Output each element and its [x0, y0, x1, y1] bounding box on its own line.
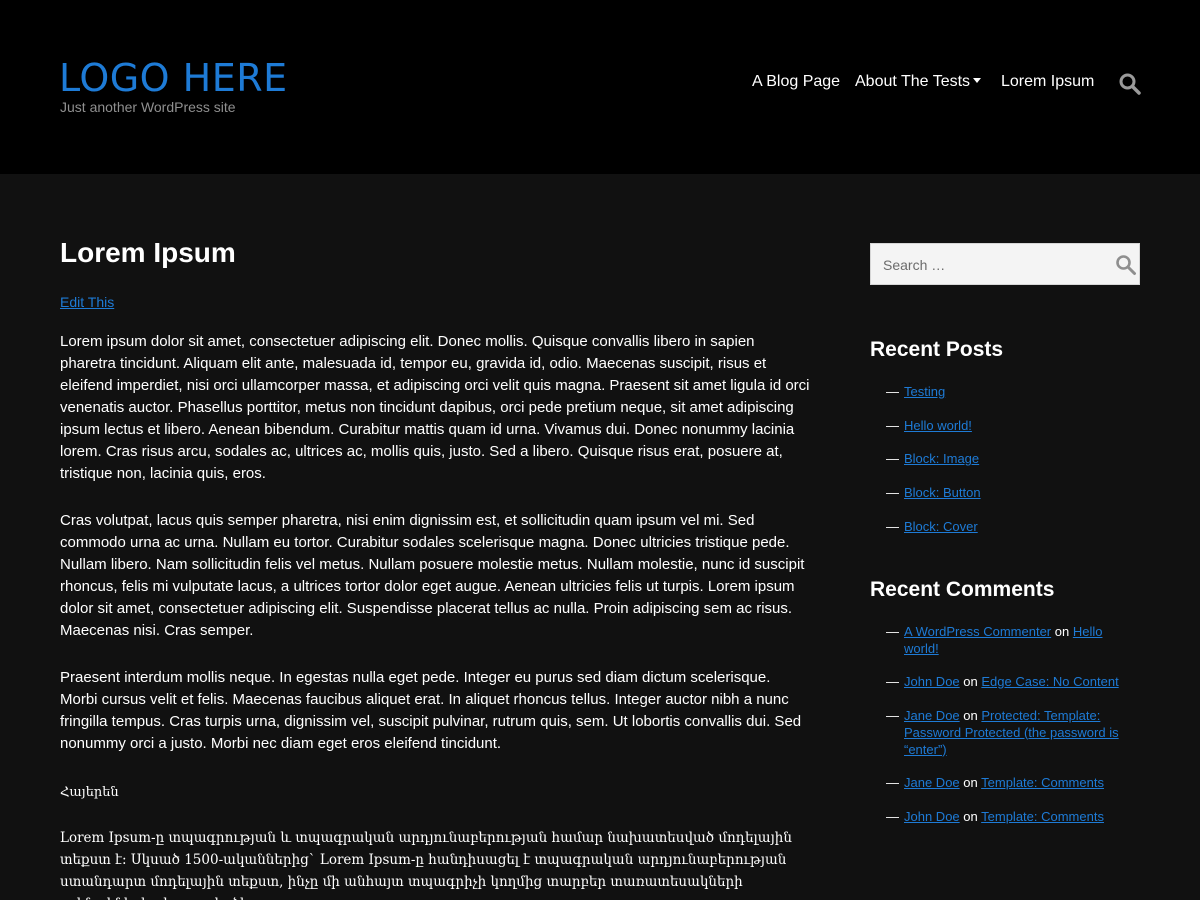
search-icon[interactable] — [1118, 72, 1142, 96]
recent-post-link[interactable]: Block: Button — [904, 485, 981, 500]
page-title: Lorem Ipsum — [60, 237, 236, 268]
recent-post-link[interactable]: Block: Cover — [904, 519, 978, 534]
list-item: Block: Cover — [886, 518, 1140, 535]
sidebar-search-form: Search … — [870, 243, 1140, 285]
caret-down-icon — [973, 78, 982, 83]
list-item: Block: Image — [886, 450, 1140, 467]
content-paragraph: Lorem ipsum dolor sit amet, consectetuer… — [60, 333, 810, 482]
content-paragraph: Cras volutpat, lacus quis semper pharetr… — [60, 512, 805, 639]
comment-on-text: on — [963, 775, 978, 791]
site-header: LOGO HERE Just another WordPress site A … — [0, 0, 1200, 174]
recent-posts-list: Testing Hello world! Block: Image Block:… — [870, 383, 1140, 535]
recent-post-link[interactable]: Hello world! — [904, 418, 972, 433]
site-logo[interactable]: LOGO HERE — [59, 58, 288, 98]
nav-item-label: About The Tests — [855, 73, 971, 90]
comment-on-text: on — [1054, 623, 1070, 639]
site-tagline: Just another WordPress site — [60, 99, 236, 115]
comment-post-link[interactable]: Edge Case: No Content — [981, 674, 1118, 689]
recent-comments-title: Recent Comments — [870, 577, 1055, 601]
comment-author-link[interactable]: A WordPress Commenter — [904, 624, 1051, 639]
list-item: John Doe on Edge Case: No Content — [886, 673, 1140, 690]
comment-on-text: on — [963, 674, 978, 690]
comment-author-link[interactable]: John Doe — [904, 674, 960, 689]
search-icon[interactable] — [1115, 254, 1137, 276]
recent-comments-list: A WordPress Commenter on Hello world! Jo… — [870, 623, 1140, 825]
armenian-paragraph: Lorem Ipsum-ը տպագրության և տպագրական ար… — [60, 830, 792, 900]
main-content: Lorem Ipsum Edit This Lorem ipsum dolor … — [60, 236, 810, 900]
comment-on-text: on — [963, 707, 978, 723]
recent-post-link[interactable]: Testing — [904, 384, 945, 399]
list-item: Jane Doe on Template: Comments — [886, 774, 1140, 791]
comment-post-link[interactable]: Template: Comments — [981, 775, 1104, 790]
comment-author-link[interactable]: Jane Doe — [904, 775, 960, 790]
nav-item-lorem-ipsum[interactable]: Lorem Ipsum — [1001, 72, 1094, 94]
search-input[interactable]: Search … — [883, 256, 945, 274]
comment-post-link[interactable]: Template: Comments — [981, 809, 1104, 824]
recent-post-link[interactable]: Block: Image — [904, 451, 979, 466]
comment-author-link[interactable]: Jane Doe — [904, 708, 960, 723]
list-item: Jane Doe on Protected: Template: Passwor… — [886, 707, 1140, 758]
list-item: Testing — [886, 383, 1140, 400]
armenian-heading: Հայերեն — [60, 785, 119, 800]
list-item: Block: Button — [886, 484, 1140, 501]
sidebar: Search … Recent Posts Testing Hello worl… — [870, 243, 1140, 841]
nav-item-blog-page[interactable]: A Blog Page — [752, 72, 840, 94]
list-item: John Doe on Template: Comments — [886, 808, 1140, 825]
comment-author-link[interactable]: John Doe — [904, 809, 960, 824]
list-item: A WordPress Commenter on Hello world! — [886, 623, 1140, 657]
content-paragraph: Praesent interdum mollis neque. In egest… — [60, 669, 802, 752]
edit-link[interactable]: Edit This — [60, 293, 114, 311]
nav-item-label: A Blog Page — [752, 73, 841, 90]
nav-item-label: Lorem Ipsum — [1001, 73, 1095, 90]
nav-item-about-the-tests[interactable]: About The Tests — [855, 72, 982, 94]
list-item: Hello world! — [886, 417, 1140, 434]
comment-on-text: on — [963, 808, 978, 824]
recent-posts-title: Recent Posts — [870, 338, 1004, 361]
